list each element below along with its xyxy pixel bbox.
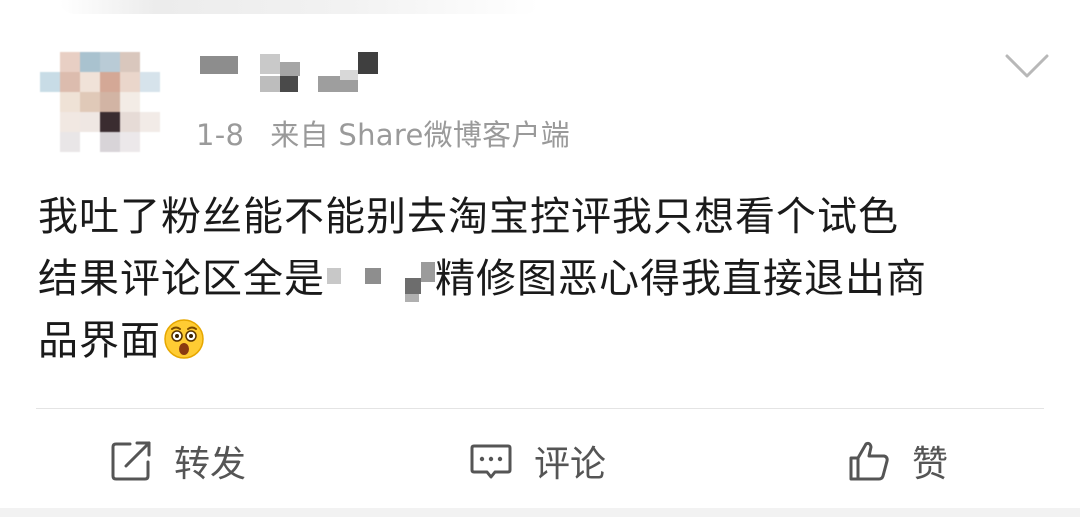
like-label: 赞 [912, 444, 949, 485]
repost-label: 转发 [174, 444, 247, 485]
like-button[interactable]: 赞 [846, 436, 948, 486]
thumbs-up-icon [849, 441, 889, 481]
card-bottom-gap [0, 508, 1080, 517]
avatar[interactable] [40, 52, 160, 152]
post-content[interactable]: 我吐了粉丝能不能别去淘宝控评我只想看个试色 结果评论区全是 精修图恶心得我直接退出… [38, 186, 1048, 372]
repost-button[interactable]: 转发 [108, 436, 246, 486]
chevron-down-icon[interactable] [1004, 52, 1050, 82]
astonished-face-emoji [163, 316, 205, 359]
username-censored[interactable] [200, 50, 390, 98]
content-line-2-start: 结果评论区全是 [38, 256, 325, 302]
post-meta: 1-8 来自 Share微博客户端 [196, 112, 570, 154]
content-line-3-text: 品界面 [38, 318, 161, 364]
comment-button[interactable]: 评论 [468, 436, 606, 486]
comment-label: 评论 [534, 444, 607, 485]
content-line-2: 结果评论区全是 精修图恶心得我直接退出商 [38, 248, 1048, 310]
top-card-shadow [60, 0, 540, 14]
censored-text-block [325, 258, 435, 302]
post-time: 1-8 [196, 118, 245, 152]
comment-bubble-icon [470, 444, 512, 479]
content-line-1: 我吐了粉丝能不能别去淘宝控评我只想看个试色 [38, 194, 899, 240]
action-divider [36, 408, 1044, 409]
post-source[interactable]: 来自 Share微博客户端 [270, 118, 570, 152]
content-line-3: 品界面 [38, 310, 1048, 372]
content-line-2-end: 精修图恶心得我直接退出商 [435, 256, 927, 302]
share-square-arrow-icon [111, 441, 151, 481]
